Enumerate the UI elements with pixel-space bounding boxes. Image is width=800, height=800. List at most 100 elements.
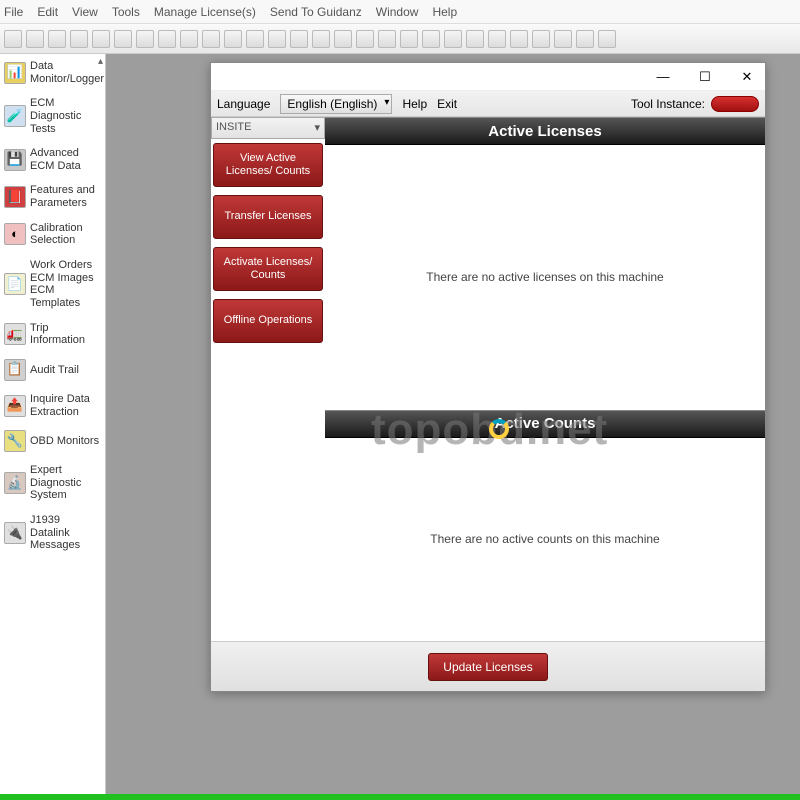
sidebar-item[interactable]: 📊Data Monitor/Logger <box>0 54 105 91</box>
sidebar-icon: 📤 <box>4 395 26 417</box>
menu-manage-licenses[interactable]: Manage License(s) <box>154 5 256 19</box>
sidebar-item-label: Expert Diagnostic System <box>30 464 101 502</box>
sidebar-icon: 🧪 <box>4 105 26 127</box>
active-licenses-header: Active Licenses <box>325 117 765 145</box>
sidebar-item-label: Data Monitor/Logger <box>30 60 104 85</box>
maximize-button[interactable]: ☐ <box>693 68 717 86</box>
sidebar-item-label: Work Orders ECM Images ECM Templates <box>30 259 101 310</box>
dialog-left-panel: INSITE View Active Licenses/ Counts Tran… <box>211 117 325 641</box>
toolbar-button[interactable] <box>26 30 44 48</box>
menu-view[interactable]: View <box>72 5 98 19</box>
toolbar-button[interactable] <box>598 30 616 48</box>
toolbar-button[interactable] <box>554 30 572 48</box>
toolbar-button[interactable] <box>334 30 352 48</box>
minimize-button[interactable]: — <box>651 68 675 86</box>
toolbar-button[interactable] <box>158 30 176 48</box>
sidebar-item[interactable]: 📕Features and Parameters <box>0 178 105 215</box>
menu-tools[interactable]: Tools <box>112 5 140 19</box>
license-dialog: — ☐ ✕ Language English (English) Help Ex… <box>210 62 766 692</box>
sidebar-icon: 📕 <box>4 186 26 208</box>
toolbar-button[interactable] <box>202 30 220 48</box>
main-menubar: File Edit View Tools Manage License(s) S… <box>0 0 800 24</box>
offline-operations-button[interactable]: Offline Operations <box>213 299 323 343</box>
workspace: — ☐ ✕ Language English (English) Help Ex… <box>106 54 800 794</box>
sidebar-icon: 📋 <box>4 359 26 381</box>
sidebar-item[interactable]: 🔌J1939 Datalink Messages <box>0 508 105 558</box>
toolbar-button[interactable] <box>70 30 88 48</box>
toolbar-button[interactable] <box>422 30 440 48</box>
dialog-exit[interactable]: Exit <box>437 97 457 111</box>
sidebar-icon: 🔌 <box>4 522 26 544</box>
toolbar-button[interactable] <box>378 30 396 48</box>
toolbar-button[interactable] <box>466 30 484 48</box>
sidebar-item-label: OBD Monitors <box>30 435 101 448</box>
active-licenses-body: There are no active licenses on this mac… <box>325 145 765 410</box>
sidebar-item-label: Trip Information <box>30 322 101 347</box>
sidebar-item[interactable]: 🧪ECM Diagnostic Tests <box>0 91 105 141</box>
sidebar-item[interactable]: 📤Inquire Data Extraction <box>0 387 105 424</box>
toolbar-button[interactable] <box>444 30 462 48</box>
update-licenses-button[interactable]: Update Licenses <box>428 653 547 681</box>
sidebar-item[interactable]: 🔬Expert Diagnostic System <box>0 458 105 508</box>
toolbar-button[interactable] <box>92 30 110 48</box>
toolbar-button[interactable] <box>290 30 308 48</box>
sidebar-item[interactable]: 📋 Audit Trail <box>0 353 105 387</box>
sidebar-item-label: Advanced ECM Data <box>30 147 101 172</box>
dialog-content: Active Licenses There are no active lice… <box>325 117 765 641</box>
toolbar-button[interactable] <box>510 30 528 48</box>
toolbar-button[interactable] <box>356 30 374 48</box>
sidebar-item[interactable]: 💾Advanced ECM Data <box>0 141 105 178</box>
sidebar-item[interactable]: 🔧 OBD Monitors <box>0 424 105 458</box>
sidebar-item[interactable]: 🚛Trip Information <box>0 316 105 353</box>
sidebar-icon: 🔧 <box>4 430 26 452</box>
dialog-footer: Update Licenses <box>211 641 765 691</box>
menu-window[interactable]: Window <box>376 5 419 19</box>
toolbar-button[interactable] <box>400 30 418 48</box>
toolbar-button[interactable] <box>4 30 22 48</box>
transfer-licenses-button[interactable]: Transfer Licenses <box>213 195 323 239</box>
sidebar-icon: 🚛 <box>4 323 26 345</box>
sidebar-item[interactable]: ◐Calibration Selection <box>0 216 105 253</box>
toolbar-button[interactable] <box>224 30 242 48</box>
sidebar-icon: 📊 <box>4 62 26 84</box>
active-counts-body: There are no active counts on this machi… <box>325 438 765 641</box>
licenses-empty-text: There are no active licenses on this mac… <box>426 270 663 284</box>
sidebar-icon: 💾 <box>4 149 26 171</box>
tool-instance-label: Tool Instance: <box>631 97 705 111</box>
sidebar: ▴ 📊Data Monitor/Logger🧪ECM Diagnostic Te… <box>0 54 106 794</box>
toolbar-button[interactable] <box>312 30 330 48</box>
toolbar-button[interactable] <box>48 30 66 48</box>
scroll-up-icon[interactable]: ▴ <box>98 56 103 67</box>
toolbar-button[interactable] <box>268 30 286 48</box>
sidebar-item-label: ECM Diagnostic Tests <box>30 97 101 135</box>
menu-help[interactable]: Help <box>432 5 457 19</box>
loading-spinner-icon <box>489 419 509 439</box>
toolbar-button[interactable] <box>246 30 264 48</box>
view-active-licenses-button[interactable]: View Active Licenses/ Counts <box>213 143 323 187</box>
dialog-menubar: Language English (English) Help Exit Too… <box>211 91 765 117</box>
counts-empty-text: There are no active counts on this machi… <box>430 532 659 546</box>
toolbar-button[interactable] <box>576 30 594 48</box>
tool-instance-badge <box>711 96 759 112</box>
main-toolbar <box>0 24 800 54</box>
sidebar-item-label: Features and Parameters <box>30 184 101 209</box>
toolbar-button[interactable] <box>488 30 506 48</box>
sidebar-item-label: J1939 Datalink Messages <box>30 514 101 552</box>
activate-licenses-button[interactable]: Activate Licenses/ Counts <box>213 247 323 291</box>
toolbar-button[interactable] <box>136 30 154 48</box>
menu-send-to-guidanz[interactable]: Send To Guidanz <box>270 5 362 19</box>
toolbar-button[interactable] <box>180 30 198 48</box>
close-button[interactable]: ✕ <box>735 68 759 86</box>
product-select[interactable]: INSITE <box>211 117 325 139</box>
menu-file[interactable]: File <box>4 5 23 19</box>
sidebar-icon: 🔬 <box>4 472 26 494</box>
menu-edit[interactable]: Edit <box>37 5 58 19</box>
language-select[interactable]: English (English) <box>280 94 392 114</box>
dialog-help[interactable]: Help <box>402 97 427 111</box>
toolbar-button[interactable] <box>532 30 550 48</box>
sidebar-item-label: Audit Trail <box>30 364 101 377</box>
sidebar-icon: 📄 <box>4 273 26 295</box>
active-counts-header: Active Counts <box>325 410 765 438</box>
toolbar-button[interactable] <box>114 30 132 48</box>
sidebar-item[interactable]: 📄Work Orders ECM Images ECM Templates <box>0 253 105 316</box>
